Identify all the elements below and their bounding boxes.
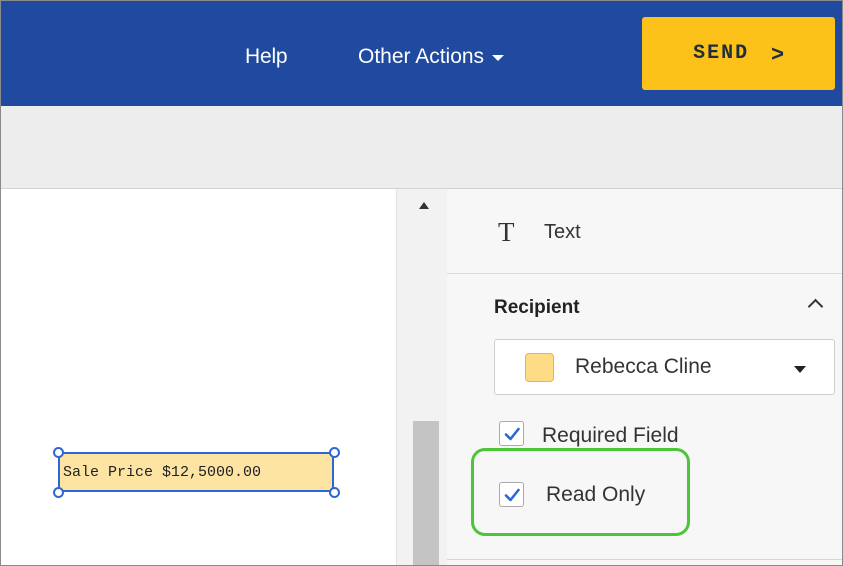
sale-price-text-field[interactable]: Sale Price $12,5000.00	[58, 452, 334, 492]
required-field-label[interactable]: Required Field	[542, 424, 679, 448]
app-window: Help Other Actions SEND > Sale Price $12…	[0, 0, 843, 566]
field-value: Sale Price $12,5000.00	[63, 463, 262, 481]
other-actions-menu[interactable]: Other Actions	[358, 45, 505, 69]
toolbar	[1, 106, 842, 189]
caret-down-icon	[492, 55, 505, 61]
recipient-name: Rebecca Cline	[575, 355, 712, 378]
text-type-icon: T	[498, 217, 515, 247]
scroll-up-arrow-icon[interactable]	[419, 202, 429, 209]
resize-handle-top-left[interactable]	[53, 447, 64, 458]
recipient-heading: Recipient	[494, 297, 580, 318]
resize-handle-bottom-left[interactable]	[53, 487, 64, 498]
checkmark-icon	[504, 427, 520, 440]
dropdown-caret-icon	[794, 366, 806, 373]
chevron-right-icon: >	[771, 40, 784, 66]
annotation-highlight	[471, 448, 690, 536]
top-navigation-bar: Help Other Actions SEND >	[1, 1, 842, 106]
other-actions-label: Other Actions	[358, 45, 485, 68]
field-type-label: Text	[544, 221, 581, 243]
recipient-color-swatch	[525, 353, 554, 382]
help-link[interactable]: Help	[245, 45, 288, 69]
send-button[interactable]: SEND >	[642, 17, 835, 90]
section-divider	[447, 559, 842, 560]
scrollbar-thumb[interactable]	[413, 421, 439, 565]
required-field-checkbox[interactable]	[499, 421, 524, 446]
document-canvas[interactable]	[1, 189, 396, 565]
resize-handle-top-right[interactable]	[329, 447, 340, 458]
send-label: SEND	[693, 42, 750, 65]
resize-handle-bottom-right[interactable]	[329, 487, 340, 498]
